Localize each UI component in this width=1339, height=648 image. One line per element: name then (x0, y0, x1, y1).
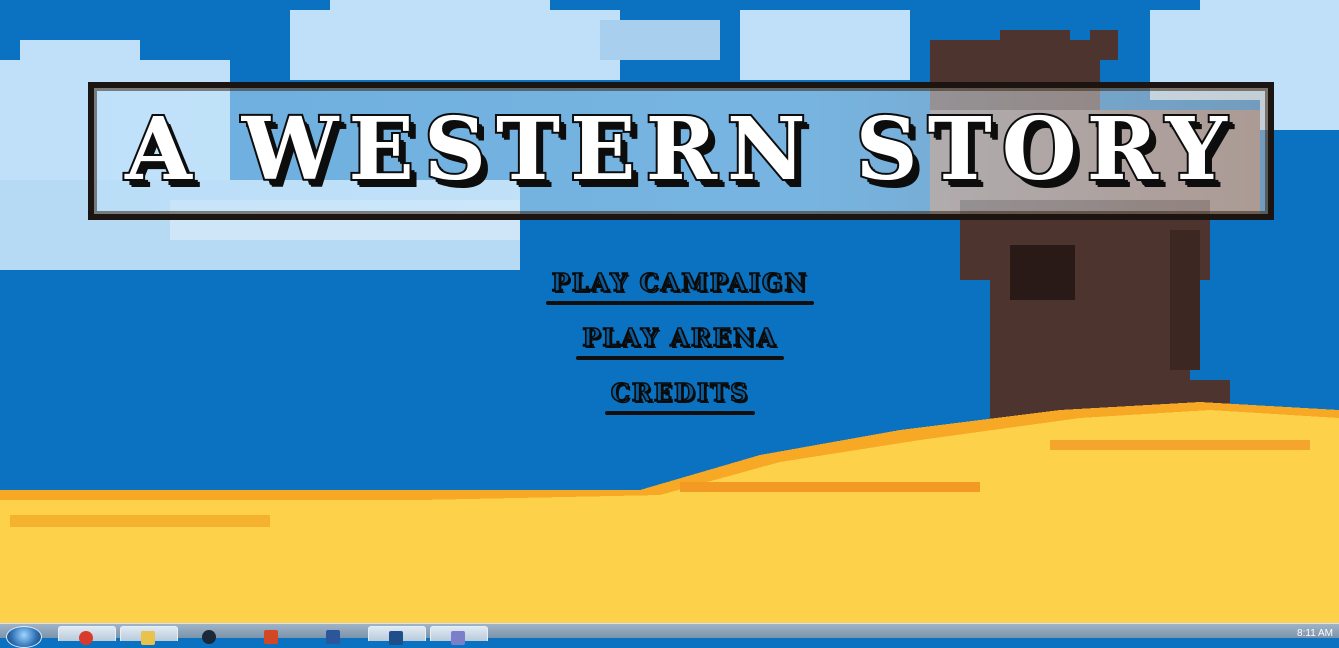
menu-item-credits: CREDITS (0, 377, 1339, 415)
taskbar-item-game[interactable] (368, 626, 426, 645)
play-campaign-button[interactable]: PLAY CAMPAIGN (545, 267, 815, 305)
game-icon (389, 631, 403, 645)
office-icon (264, 630, 278, 644)
play-arena-button[interactable]: PLAY ARENA (576, 322, 784, 360)
paint-icon (451, 631, 465, 645)
taskbar-item-word[interactable] (306, 626, 362, 644)
start-icon[interactable] (6, 626, 42, 648)
clock[interactable]: 8:11 AM (1297, 628, 1333, 639)
game-title: A WESTERN STORY (123, 97, 1237, 202)
menu-item-play-arena: PLAY ARENA (0, 322, 1339, 360)
steam-icon (202, 630, 216, 644)
taskbar-item-chrome[interactable] (58, 626, 116, 645)
taskbar-item-steam[interactable] (182, 626, 238, 644)
taskbar-item-office[interactable] (244, 626, 300, 644)
word-icon (326, 630, 340, 644)
taskbar: 8:11 AM (0, 623, 1339, 648)
taskbar-item-paint[interactable] (430, 626, 488, 645)
chrome-icon (79, 631, 93, 645)
explorer-icon (141, 631, 155, 645)
title-banner: A WESTERN STORY (88, 82, 1274, 220)
taskbar-item-explorer[interactable] (120, 626, 178, 645)
menu-item-play-campaign: PLAY CAMPAIGN (0, 267, 1339, 305)
credits-button[interactable]: CREDITS (604, 377, 756, 415)
